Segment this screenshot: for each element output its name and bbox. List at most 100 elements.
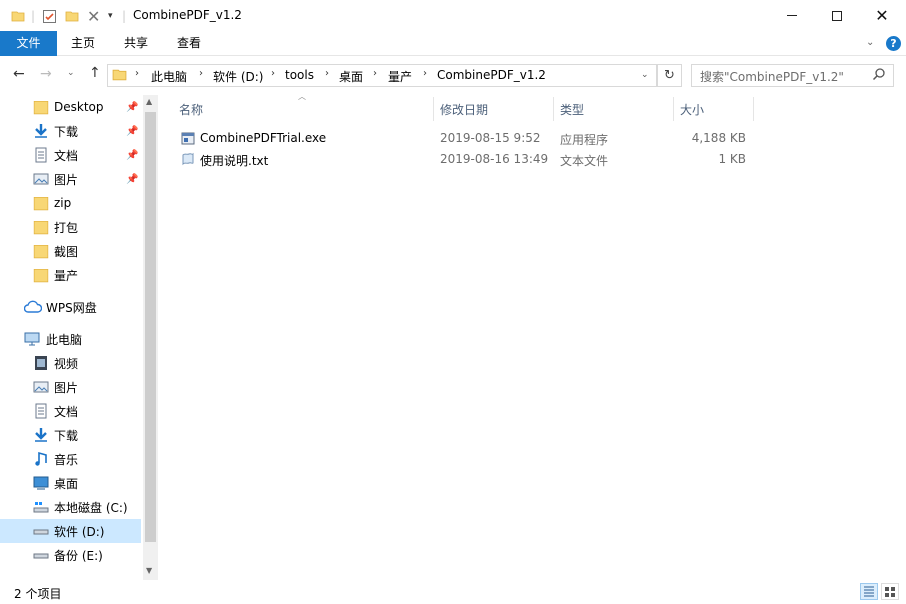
column-divider[interactable] xyxy=(553,97,554,121)
chevron-right-icon[interactable]: › xyxy=(423,68,427,79)
tab-file[interactable]: 文件 xyxy=(0,31,57,56)
sidebar-item-drive-c[interactable]: 本地磁盘 (C:) xyxy=(0,495,141,519)
forward-arrow-icon[interactable]: → xyxy=(40,66,52,82)
computer-icon xyxy=(24,331,40,347)
up-arrow-icon[interactable]: ↑ xyxy=(89,65,101,81)
chevron-right-icon[interactable]: › xyxy=(199,68,203,79)
back-arrow-icon[interactable]: ← xyxy=(13,66,25,82)
pin-icon[interactable]: 📌 xyxy=(126,150,138,161)
properties-icon[interactable] xyxy=(42,7,57,25)
file-size: 4,188 KB xyxy=(691,131,746,145)
sidebar-item-pc-desktop[interactable]: 桌面 xyxy=(0,471,141,495)
document-icon xyxy=(33,147,49,163)
column-divider[interactable] xyxy=(673,97,674,121)
search-placeholder: 搜索"CombinePDF_v1.2" xyxy=(700,70,844,84)
details-view-button[interactable] xyxy=(860,583,878,600)
help-icon[interactable]: ? xyxy=(886,36,901,51)
sidebar-item-pc-pictures[interactable]: 图片 xyxy=(0,375,141,399)
download-icon xyxy=(33,123,49,139)
video-icon xyxy=(33,355,49,371)
tab-share[interactable]: 共享 xyxy=(116,31,156,56)
chevron-right-icon[interactable]: › xyxy=(373,68,377,79)
minimize-button[interactable] xyxy=(769,0,815,31)
recent-locations-icon[interactable]: ⌄ xyxy=(67,68,75,78)
navigation-pane: Desktop 📌 下载 📌 文档 📌 图片 📌 zip 打包 截图 量产 WP… xyxy=(0,93,158,580)
desktop-icon xyxy=(33,475,49,491)
table-row[interactable]: CombinePDFTrial.exe 2019-08-15 9:52 应用程序… xyxy=(176,128,754,149)
sidebar-item-documents[interactable]: 文档 📌 xyxy=(0,143,141,167)
folder-icon xyxy=(33,267,49,283)
refresh-button[interactable]: ↻ xyxy=(657,64,682,87)
sidebar-item-wps[interactable]: WPS网盘 xyxy=(0,295,141,319)
breadcrumb-this-pc[interactable]: 此电脑 xyxy=(151,68,187,85)
sidebar-item-drive-d[interactable]: 软件 (D:) xyxy=(0,519,141,543)
sidebar-item-pc-documents[interactable]: 文档 xyxy=(0,399,141,423)
sidebar-item-drive-e[interactable]: 备份 (E:) xyxy=(0,543,141,567)
scrollbar-thumb[interactable] xyxy=(145,112,156,542)
breadcrumb-current-folder[interactable]: CombinePDF_v1.2 xyxy=(437,68,546,82)
cloud-icon xyxy=(23,299,43,315)
customize-toolbar-icon[interactable]: ▾ xyxy=(108,7,113,25)
sidebar-item-zip[interactable]: zip xyxy=(0,191,141,215)
breadcrumb-tools[interactable]: tools xyxy=(285,68,314,82)
maximize-button[interactable] xyxy=(814,0,860,31)
file-modified: 2019-08-15 9:52 xyxy=(440,131,541,145)
file-name: 使用说明.txt xyxy=(200,154,269,168)
sidebar-item-videos[interactable]: 视频 xyxy=(0,351,141,375)
new-folder-icon[interactable] xyxy=(65,7,79,25)
file-size: 1 KB xyxy=(718,152,746,166)
address-dropdown-icon[interactable]: ⌄ xyxy=(641,70,649,80)
sidebar-item-package[interactable]: 打包 xyxy=(0,215,141,239)
chevron-right-icon[interactable]: › xyxy=(135,68,139,79)
pin-icon[interactable]: 📌 xyxy=(126,102,138,113)
column-divider[interactable] xyxy=(753,97,754,121)
folder-icon xyxy=(11,7,25,25)
file-type: 应用程序 xyxy=(560,133,609,147)
chevron-right-icon[interactable]: › xyxy=(325,68,329,79)
status-bar xyxy=(0,580,906,604)
music-icon xyxy=(33,451,49,467)
window-title: CombinePDF_v1.2 xyxy=(133,8,242,22)
exe-icon xyxy=(180,130,196,149)
drive-icon xyxy=(33,499,49,515)
sidebar-item-this-pc[interactable]: 此电脑 xyxy=(0,327,141,351)
breadcrumb-mass-production[interactable]: 量产 xyxy=(388,68,412,85)
folder-icon xyxy=(112,67,127,85)
pin-icon[interactable]: 📌 xyxy=(126,174,138,185)
close-button[interactable]: ✕ xyxy=(859,0,905,31)
breadcrumb-drive-d[interactable]: 软件 (D:) xyxy=(213,68,263,85)
search-icon[interactable] xyxy=(872,67,886,84)
sidebar-item-music[interactable]: 音乐 xyxy=(0,447,141,471)
sidebar-item-desktop[interactable]: Desktop 📌 xyxy=(0,95,141,119)
picture-icon xyxy=(33,379,49,395)
table-row[interactable]: 使用说明.txt 2019-08-16 13:49 文本文件 1 KB xyxy=(176,149,754,170)
download-icon xyxy=(33,427,49,443)
tab-home[interactable]: 主页 xyxy=(63,31,103,56)
breadcrumb-desktop[interactable]: 桌面 xyxy=(339,68,363,85)
sidebar-item-downloads[interactable]: 下载 📌 xyxy=(0,119,141,143)
sidebar-item-pictures[interactable]: 图片 📌 xyxy=(0,167,141,191)
chevron-right-icon[interactable]: › xyxy=(271,68,275,79)
scroll-up-icon[interactable]: ▲ xyxy=(146,97,152,106)
title-bar: | ✕ ▾ | CombinePDF_v1.2 ✕ xyxy=(0,0,906,31)
file-name: CombinePDFTrial.exe xyxy=(200,131,327,145)
column-header-name[interactable]: 名称 xyxy=(179,101,203,125)
sidebar-item-mass-production[interactable]: 量产 xyxy=(0,263,141,287)
sidebar-item-screenshots[interactable]: 截图 xyxy=(0,239,141,263)
large-icons-view-button[interactable] xyxy=(881,583,899,600)
sort-ascending-icon: ︿ xyxy=(298,92,306,101)
document-icon xyxy=(33,403,49,419)
scroll-down-icon[interactable]: ▼ xyxy=(146,566,152,575)
tab-view[interactable]: 查看 xyxy=(169,31,209,56)
expand-ribbon-icon[interactable]: ⌄ xyxy=(866,37,874,48)
sidebar-item-pc-downloads[interactable]: 下载 xyxy=(0,423,141,447)
column-header-modified[interactable]: 修改日期 xyxy=(440,101,488,125)
folder-icon xyxy=(33,195,49,211)
column-header-type[interactable]: 类型 xyxy=(560,101,584,125)
address-bar[interactable] xyxy=(107,64,657,87)
column-divider[interactable] xyxy=(433,97,434,121)
column-header-size[interactable]: 大小 xyxy=(680,101,704,125)
item-count: 2 个项目 xyxy=(14,587,62,601)
pin-icon[interactable]: 📌 xyxy=(126,126,138,137)
delete-icon[interactable]: ✕ xyxy=(87,7,100,26)
